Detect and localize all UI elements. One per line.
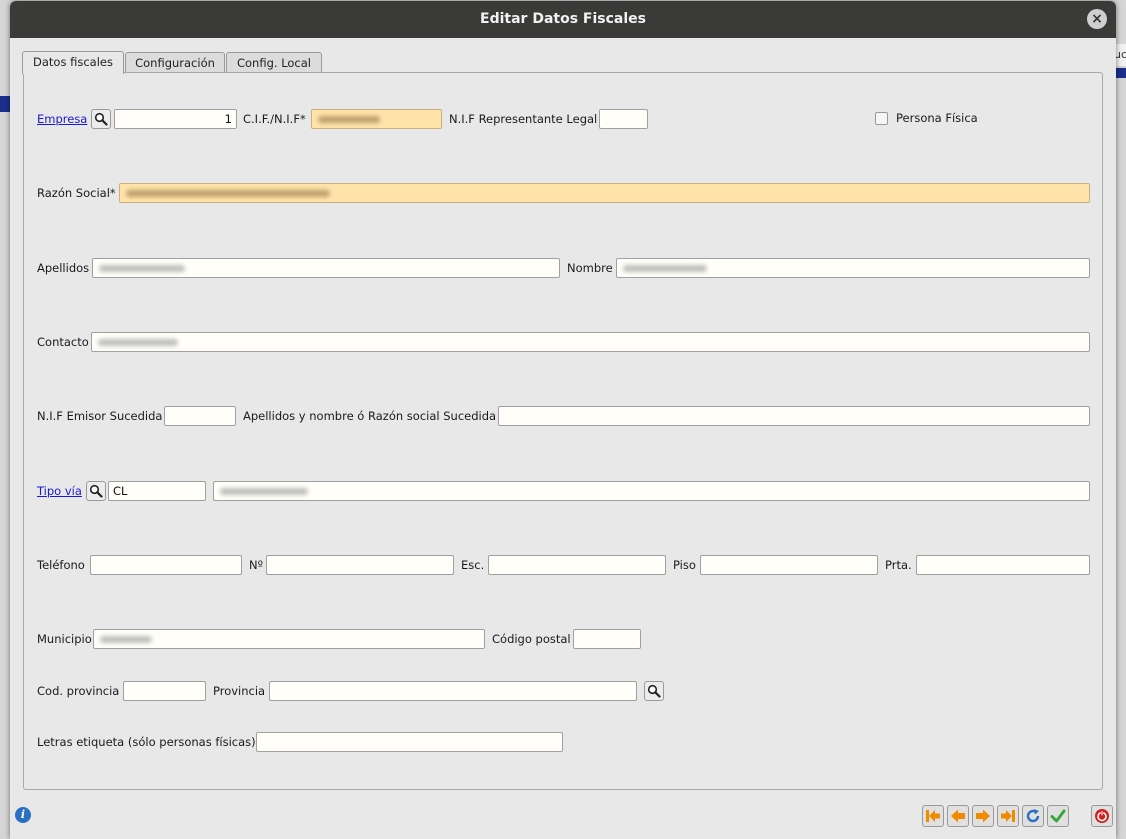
municipio-input[interactable]	[93, 629, 485, 649]
info-icon[interactable]: i	[15, 807, 31, 823]
numero-input[interactable]	[266, 555, 454, 575]
search-icon	[89, 484, 103, 498]
letras-etiqueta-input[interactable]	[256, 732, 563, 752]
previous-record-button[interactable]	[947, 805, 969, 827]
search-icon	[94, 112, 108, 126]
razon-social-sucedida-label: Apellidos y nombre ó Razón social Sucedi…	[243, 409, 497, 423]
apellidos-input[interactable]	[92, 258, 560, 278]
contacto-input[interactable]	[91, 332, 1090, 352]
empresa-link[interactable]: Empresa	[37, 109, 87, 129]
empresa-input[interactable]	[114, 109, 237, 129]
tab-configuracion[interactable]: Configuración	[125, 52, 225, 73]
letras-etiqueta-label: Letras etiqueta (sólo personas físicas)	[37, 735, 256, 749]
previous-record-icon	[951, 809, 965, 823]
accept-icon	[1050, 809, 1066, 823]
razon-social-input[interactable]	[119, 183, 1090, 203]
last-record-icon	[1001, 810, 1015, 822]
exit-button[interactable]	[1091, 805, 1113, 827]
cif-input[interactable]	[311, 109, 442, 129]
cod-provincia-label: Cod. provincia	[37, 684, 120, 698]
escalera-input[interactable]	[488, 555, 666, 575]
tipo-via-link[interactable]: Tipo vía	[37, 481, 82, 501]
next-record-icon	[976, 809, 990, 823]
last-record-button[interactable]	[997, 805, 1019, 827]
close-icon: ×	[1091, 11, 1103, 27]
background-accent	[0, 96, 10, 112]
contacto-label: Contacto	[37, 335, 89, 349]
close-button[interactable]: ×	[1087, 9, 1107, 29]
tipo-via-search-button[interactable]	[86, 481, 106, 501]
telefono-input[interactable]	[90, 555, 242, 575]
dialog-titlebar: Editar Datos Fiscales	[10, 1, 1116, 38]
tipo-via-input[interactable]	[108, 481, 206, 501]
empresa-search-button[interactable]	[91, 109, 111, 129]
tab-datos-fiscales[interactable]: Datos fiscales	[22, 51, 124, 74]
codigo-postal-label: Código postal	[492, 632, 571, 646]
nif-representante-input[interactable]	[599, 109, 648, 129]
persona-fisica-label: Persona Física	[896, 111, 978, 125]
nif-representante-label: N.I.F Representante Legal	[449, 112, 598, 126]
telefono-label: Teléfono	[37, 558, 85, 572]
razon-social-sucedida-input[interactable]	[498, 406, 1090, 426]
nif-emisor-sucedida-input[interactable]	[164, 406, 236, 426]
escalera-label: Esc.	[461, 558, 485, 572]
piso-label: Piso	[673, 558, 696, 572]
numero-label: Nº	[249, 558, 264, 572]
refresh-button[interactable]	[1022, 805, 1044, 827]
cif-label: C.I.F./N.I.F*	[243, 112, 306, 126]
codigo-postal-input[interactable]	[573, 629, 641, 649]
edit-fiscal-data-dialog: Editar Datos Fiscales × Datos fiscales C…	[10, 1, 1116, 839]
puerta-label: Prta.	[885, 558, 912, 572]
nif-emisor-sucedida-label: N.I.F Emisor Sucedida	[37, 409, 163, 423]
exit-icon	[1095, 809, 1109, 823]
nombre-label: Nombre	[567, 261, 613, 275]
persona-fisica-checkbox[interactable]	[875, 112, 888, 125]
provincia-search-button[interactable]	[644, 681, 664, 701]
cod-provincia-input[interactable]	[123, 681, 206, 701]
municipio-label: Municipio	[37, 632, 92, 646]
provincia-input[interactable]	[269, 681, 637, 701]
puerta-input[interactable]	[916, 555, 1090, 575]
nombre-input[interactable]	[616, 258, 1090, 278]
dialog-title: Editar Datos Fiscales	[480, 11, 646, 27]
provincia-label: Provincia	[213, 684, 266, 698]
accept-button[interactable]	[1047, 805, 1069, 827]
tab-config-local[interactable]: Config. Local	[226, 52, 322, 73]
direccion-input[interactable]	[213, 481, 1090, 501]
next-record-button[interactable]	[972, 805, 994, 827]
refresh-icon	[1026, 809, 1040, 823]
razon-social-label: Razón Social*	[37, 186, 116, 200]
piso-input[interactable]	[700, 555, 878, 575]
apellidos-label: Apellidos	[37, 261, 90, 275]
search-icon	[647, 684, 661, 698]
first-record-button[interactable]	[922, 805, 944, 827]
first-record-icon	[926, 810, 940, 822]
